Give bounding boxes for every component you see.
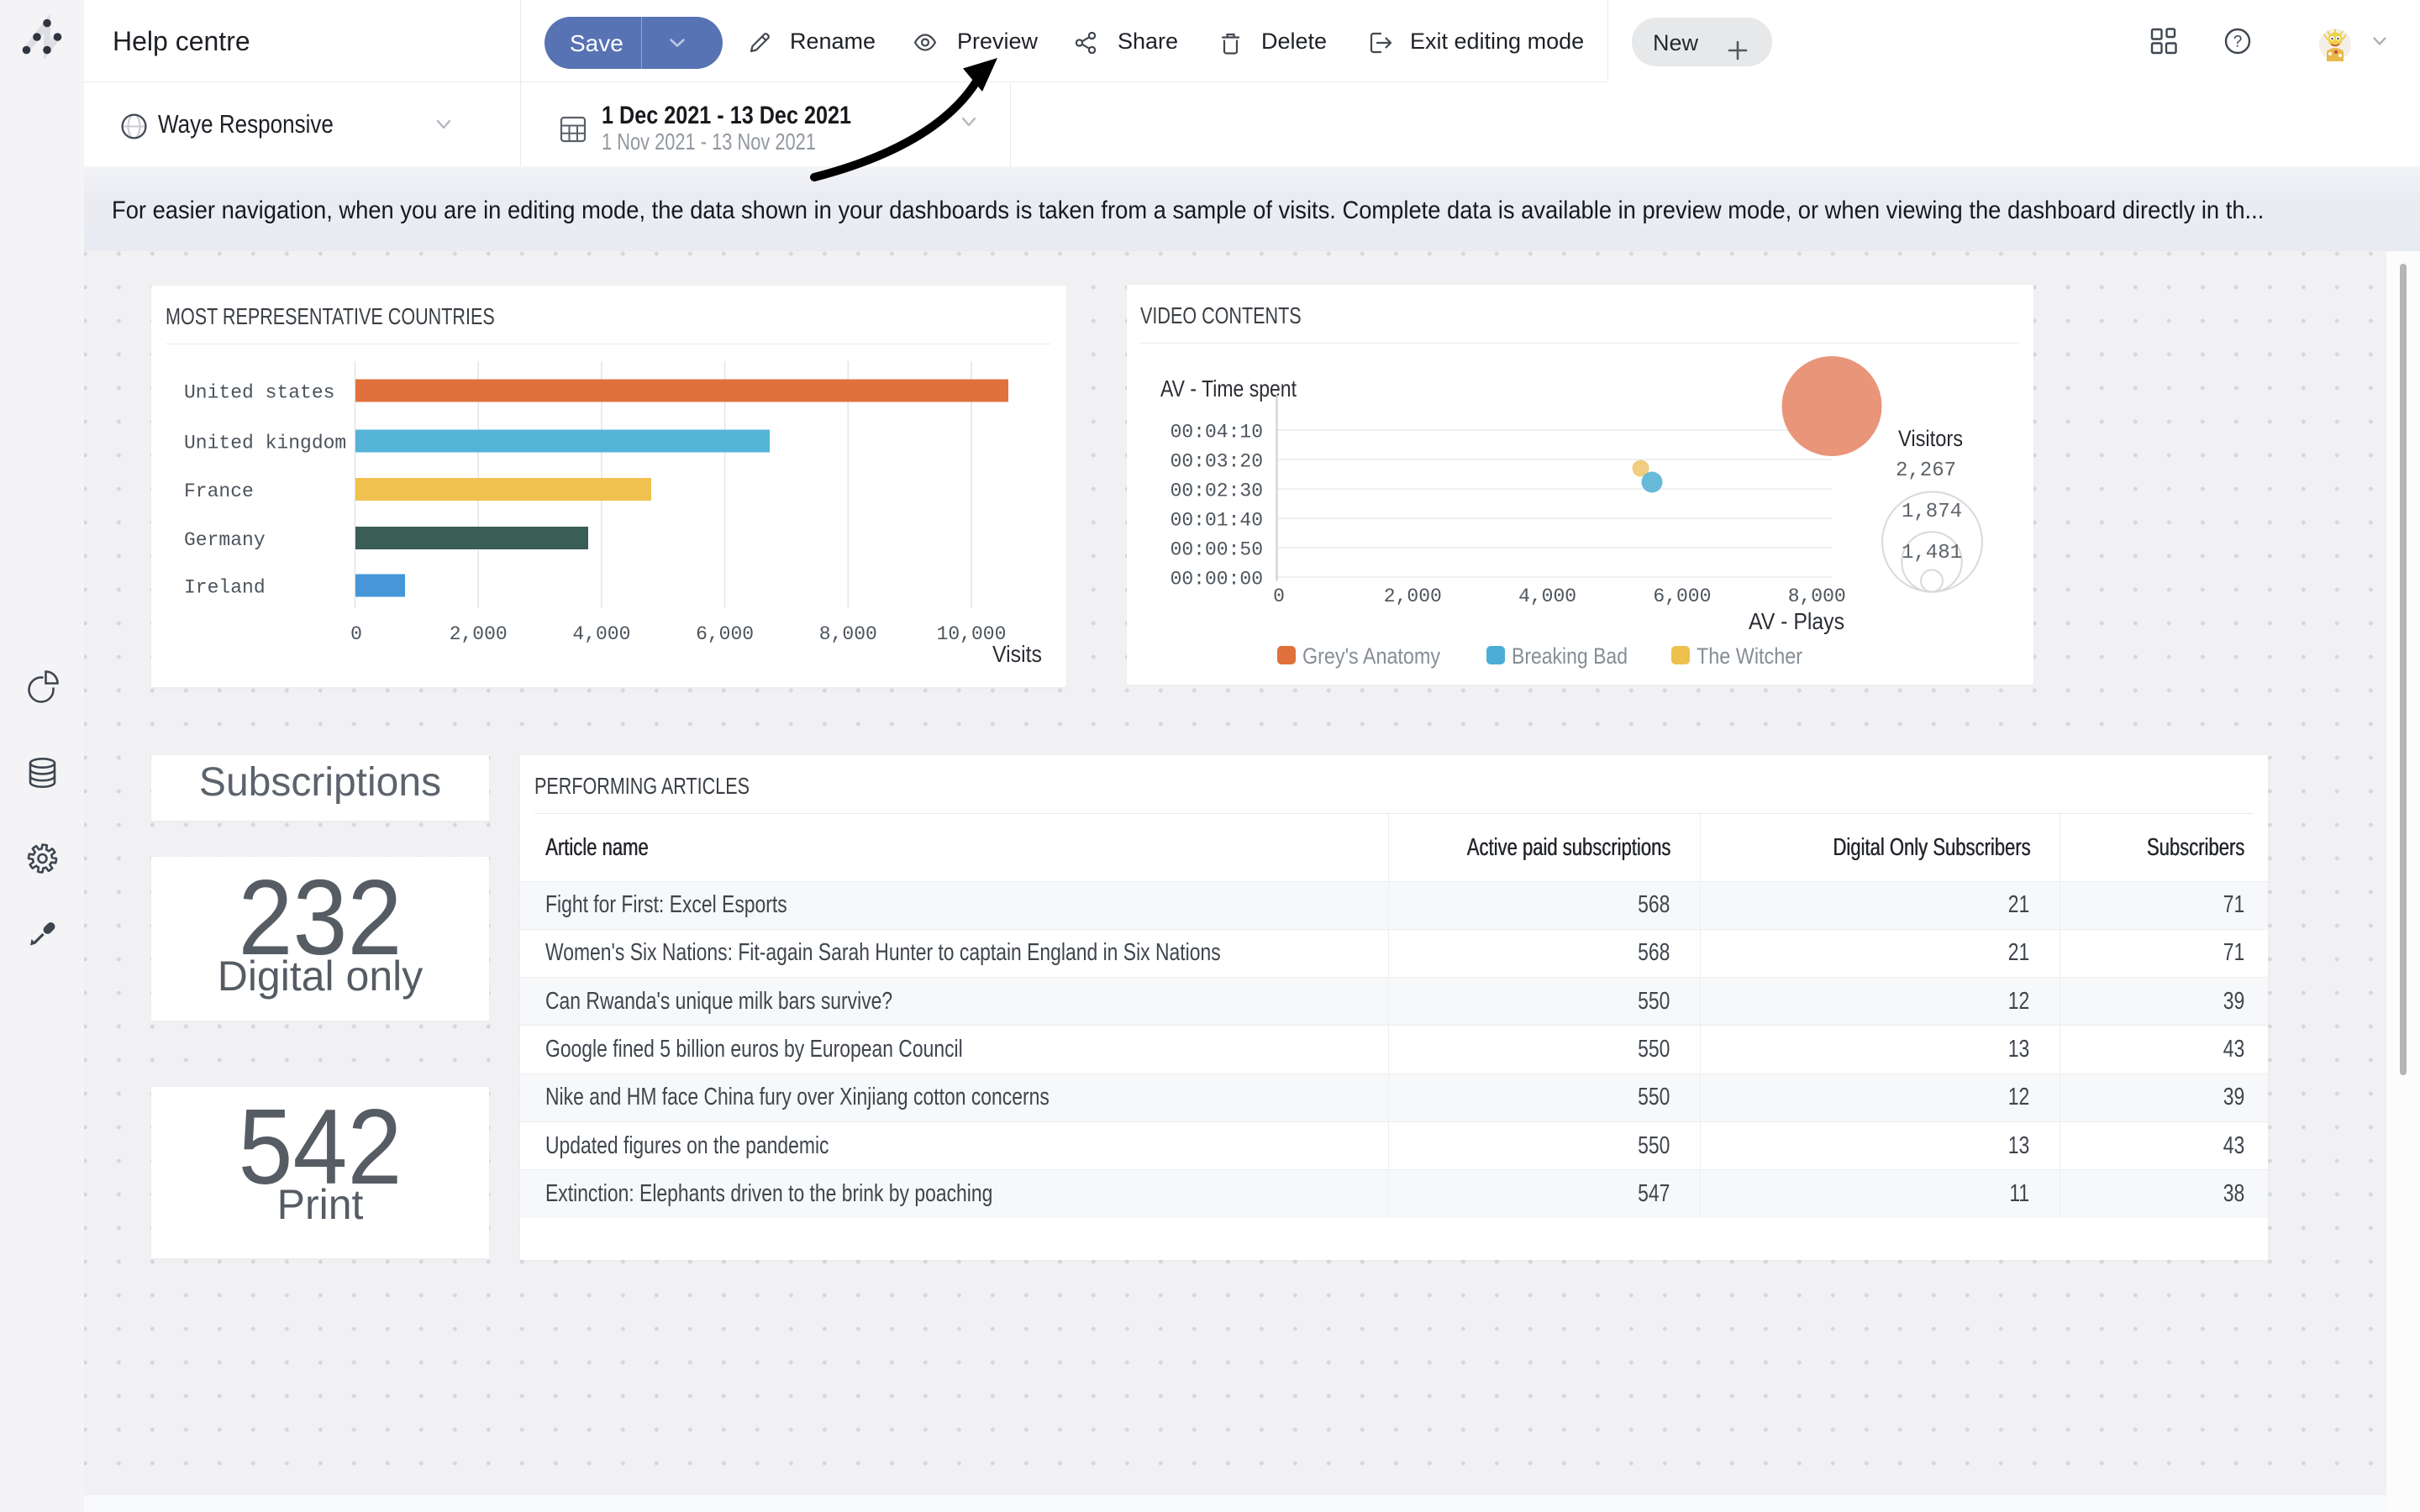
- svg-text:United kingdom: United kingdom: [184, 432, 346, 454]
- svg-text:United states: United states: [184, 381, 334, 403]
- svg-text:Visitors: Visitors: [1898, 426, 1963, 451]
- svg-text:8,000: 8,000: [819, 623, 877, 645]
- svg-text:00:04:10: 00:04:10: [1171, 421, 1263, 443]
- svg-text:00:00:50: 00:00:50: [1171, 538, 1263, 560]
- svg-text:00:02:30: 00:02:30: [1171, 480, 1263, 501]
- svg-text:2,000: 2,000: [1384, 585, 1442, 607]
- svg-text:Breaking Bad: Breaking Bad: [1512, 643, 1628, 669]
- svg-text:AV - Plays: AV - Plays: [1749, 608, 1844, 634]
- svg-text:0: 0: [1273, 585, 1285, 607]
- svg-text:6,000: 6,000: [696, 623, 754, 645]
- svg-text:00:00:00: 00:00:00: [1171, 568, 1263, 590]
- svg-text:2,000: 2,000: [450, 623, 508, 645]
- svg-text:Visits: Visits: [992, 641, 1042, 667]
- svg-text:Germany: Germany: [184, 529, 266, 551]
- svg-text:1,874: 1,874: [1902, 501, 1962, 523]
- svg-text:Grey's Anatomy: Grey's Anatomy: [1302, 643, 1440, 669]
- svg-text:00:01:40: 00:01:40: [1171, 509, 1263, 531]
- svg-text:00:03:20: 00:03:20: [1171, 450, 1263, 472]
- svg-text:4,000: 4,000: [1518, 585, 1576, 607]
- svg-text:?: ?: [2233, 34, 2243, 51]
- svg-text:2,267: 2,267: [1896, 459, 1956, 482]
- svg-text:6,000: 6,000: [1653, 585, 1711, 607]
- svg-text:0: 0: [350, 623, 362, 645]
- svg-text:4,000: 4,000: [572, 623, 630, 645]
- svg-text:1,481: 1,481: [1902, 542, 1962, 564]
- svg-text:The Witcher: The Witcher: [1697, 643, 1802, 669]
- svg-text:8,000: 8,000: [1788, 585, 1846, 607]
- svg-text:France: France: [184, 480, 254, 502]
- svg-text:Ireland: Ireland: [184, 576, 266, 598]
